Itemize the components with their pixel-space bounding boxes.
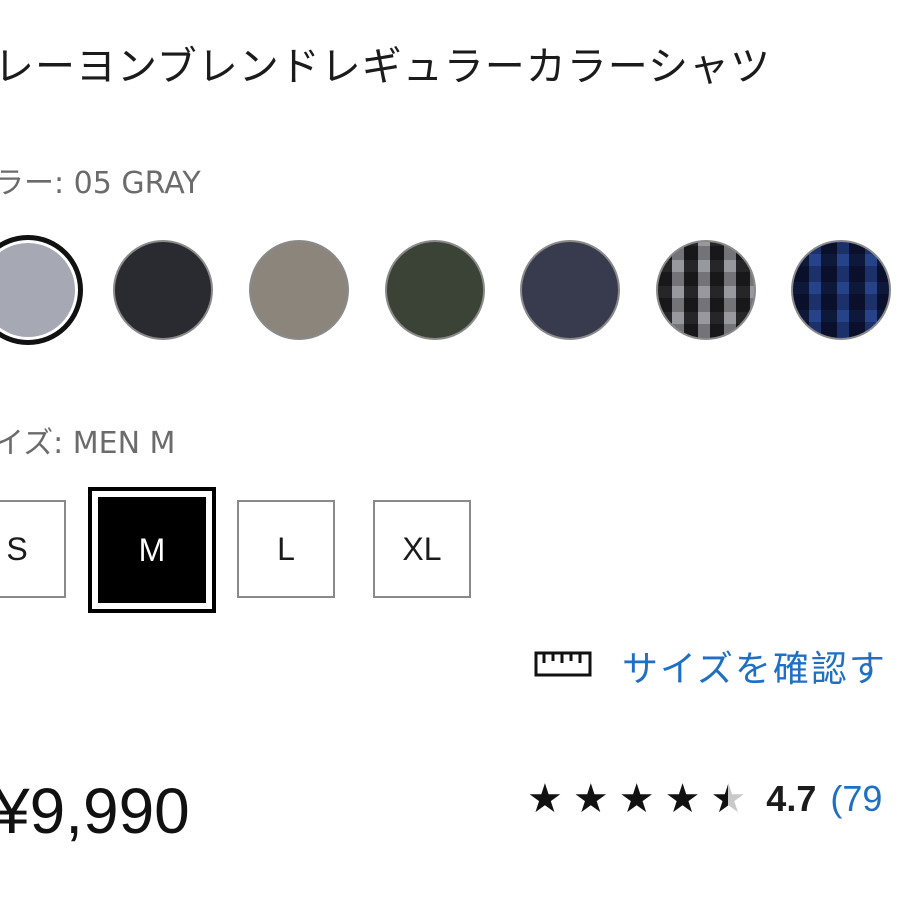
product-title: レーヨンブレンドレギュラーカラーシャツ [0,44,771,90]
color-swatch-dark-charcoal[interactable] [113,240,213,340]
size-guide-link[interactable]: サイズを確認す [534,640,887,692]
size-option-s[interactable]: S [0,500,66,598]
size-guide-label: サイズを確認す [622,649,887,690]
size-option-xl[interactable]: XL [373,500,471,598]
star-icon: ★ [664,776,701,822]
color-swatch-navy[interactable] [520,240,620,340]
star-icon: ★ [572,776,609,822]
ruler-icon [534,651,592,681]
color-label: ラー: 05 GRAY [0,166,201,201]
price: ¥9,990 [0,775,190,847]
rating: ★ ★ ★ ★ ★ 4.7 (79 [527,778,882,820]
color-swatch-gray[interactable] [0,240,78,340]
star-icon: ★ [527,776,563,822]
color-swatch-gray-check[interactable] [656,240,756,340]
review-count-link[interactable]: (79 [830,778,882,820]
color-swatch-beige[interactable] [249,240,349,340]
size-label: イズ: MEN M [0,426,176,461]
size-option-m[interactable]: M [88,487,216,613]
half-star-icon: ★ [710,776,747,822]
color-swatch-blue-check[interactable] [791,240,891,340]
color-swatch-olive[interactable] [385,240,485,340]
size-option-l[interactable]: L [237,500,335,598]
rating-value: 4.7 [766,778,817,819]
star-icon: ★ [618,776,655,822]
